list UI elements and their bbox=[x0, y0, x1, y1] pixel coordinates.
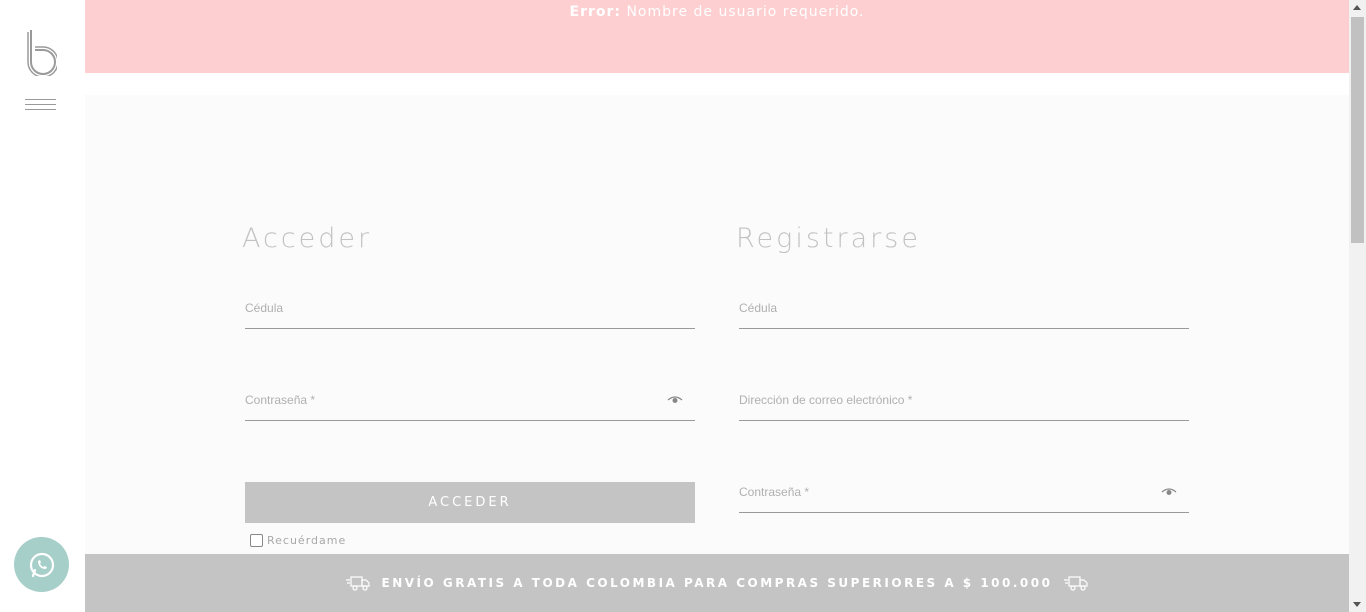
scroll-down-icon[interactable] bbox=[1353, 602, 1361, 607]
register-password-placeholder: Contraseña * bbox=[739, 485, 810, 499]
login-password-field[interactable]: Contraseña * bbox=[245, 385, 695, 421]
error-banner: Error: Nombre de usuario requerido. bbox=[85, 0, 1349, 73]
sidebar bbox=[0, 0, 85, 612]
eye-icon[interactable] bbox=[1161, 487, 1177, 497]
error-message: Error: Nombre de usuario requerido. bbox=[85, 4, 1349, 20]
eye-icon[interactable] bbox=[667, 395, 683, 405]
shipping-text: ENVÍO GRATIS A TODA COLOMBIA PARA COMPRA… bbox=[381, 576, 1053, 590]
hamburger-icon[interactable] bbox=[25, 99, 56, 115]
login-cedula-placeholder: Cédula bbox=[245, 301, 284, 315]
account-forms: Acceder Cédula Contraseña * ACCEDER Recu… bbox=[85, 95, 1349, 554]
login-title: Acceder bbox=[242, 223, 373, 254]
register-title: Registrarse bbox=[736, 223, 921, 254]
error-label: Error: bbox=[569, 4, 621, 20]
whatsapp-icon bbox=[29, 552, 54, 577]
brand-logo[interactable] bbox=[25, 28, 59, 78]
error-text: Nombre de usuario requerido. bbox=[626, 4, 865, 20]
brand-b-logo-icon bbox=[27, 30, 59, 78]
login-password-placeholder: Contraseña * bbox=[245, 393, 316, 407]
shipping-banner: ENVÍO GRATIS A TODA COLOMBIA PARA COMPRA… bbox=[85, 554, 1349, 612]
remember-label: Recuérdame bbox=[267, 534, 347, 547]
page-scrollbar[interactable] bbox=[1349, 0, 1366, 612]
truck-icon bbox=[1064, 576, 1089, 591]
scroll-thumb[interactable] bbox=[1351, 17, 1364, 243]
register-email-placeholder: Dirección de correo electrónico * bbox=[739, 393, 913, 407]
register-cedula-placeholder: Cédula bbox=[739, 301, 778, 315]
register-email-field[interactable]: Dirección de correo electrónico * bbox=[739, 385, 1189, 421]
login-cedula-field[interactable]: Cédula bbox=[245, 293, 695, 329]
register-cedula-field[interactable]: Cédula bbox=[739, 293, 1189, 329]
scroll-up-icon[interactable] bbox=[1353, 5, 1361, 10]
register-password-field[interactable]: Contraseña * bbox=[739, 477, 1189, 513]
whatsapp-button[interactable] bbox=[14, 537, 69, 592]
login-submit-button[interactable]: ACCEDER bbox=[245, 482, 695, 523]
remember-me[interactable]: Recuérdame bbox=[250, 534, 346, 547]
remember-checkbox[interactable] bbox=[250, 534, 263, 547]
truck-icon bbox=[345, 576, 370, 591]
